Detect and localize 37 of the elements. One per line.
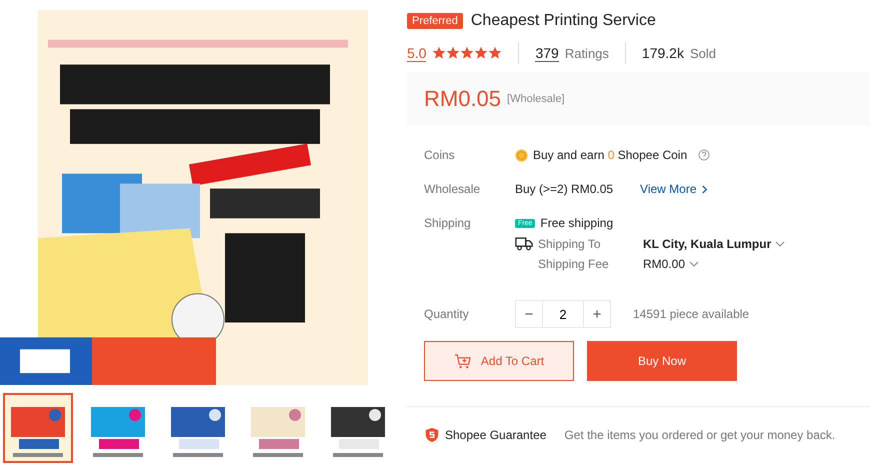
free-shipping-text: Free shipping: [540, 216, 614, 230]
coins-label: Coins: [424, 148, 456, 162]
shipping-destination-dropdown[interactable]: KL City, Kuala Lumpur: [643, 236, 786, 250]
chevron-down-icon: [689, 261, 700, 267]
preferred-badge: Preferred: [407, 13, 463, 29]
picture-thumbnail[interactable]: [3, 393, 73, 463]
help-icon[interactable]: [698, 149, 710, 161]
rating-score[interactable]: 5.0: [407, 44, 426, 62]
guarantee-text: Get the items you ordered or get your money back.: [564, 428, 836, 442]
coins-text: Buy and earn 0 Shopee Coin: [533, 148, 688, 162]
cart-icon: [454, 354, 471, 368]
quantity-label: Quantity: [424, 307, 470, 321]
chevron-right-icon: [700, 184, 708, 194]
increase-button[interactable]: +: [583, 300, 611, 328]
view-more-link[interactable]: View More: [640, 182, 708, 196]
stock-available: 14591 piece available: [633, 307, 750, 321]
shipping-label: Shipping: [424, 216, 472, 230]
wholesale-label: Wholesale: [424, 182, 482, 196]
price-note: [Wholesale]: [507, 93, 565, 105]
chevron-down-icon: [775, 240, 786, 246]
ratings-count[interactable]: 379: [535, 44, 559, 62]
shipping-fee-label: Shipping Fee: [538, 257, 610, 271]
quantity-field[interactable]: 2: [543, 300, 583, 328]
decrease-button[interactable]: −: [515, 300, 543, 328]
ratings-label: Ratings: [564, 46, 609, 60]
truck-icon: [515, 236, 533, 251]
coin-icon: [515, 148, 528, 162]
sold-count: 179.2k: [642, 45, 684, 61]
buy-now-button[interactable]: Buy Now: [587, 341, 737, 381]
product-title: Cheapest Printing Service: [470, 12, 656, 30]
shield-icon: [424, 427, 440, 443]
wholesale-text: Buy (>=2) RM0.05: [515, 182, 614, 196]
shipping-to-label: Shipping To: [538, 236, 602, 250]
price: RM0.05: [424, 86, 502, 112]
guarantee-title: Shopee Guarantee: [445, 428, 546, 442]
sold-label: Sold: [690, 46, 716, 60]
shipping-fee-dropdown[interactable]: RM0.00: [643, 257, 700, 271]
